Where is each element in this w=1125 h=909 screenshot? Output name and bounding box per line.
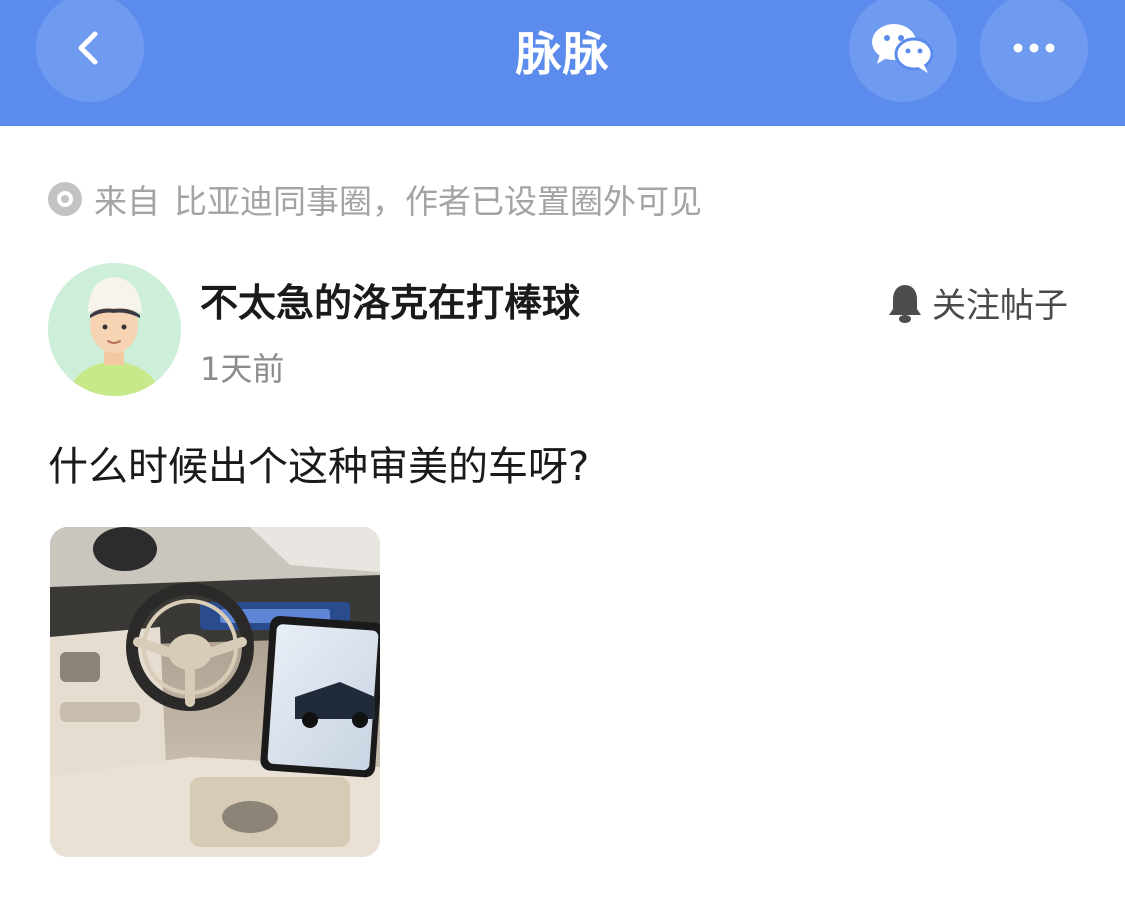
more-options-button[interactable] [980,0,1088,102]
circle-source-line: 来自 比亚迪同事圈，作者已设置圈外可见 [48,175,702,223]
car-interior-photo [50,527,380,857]
bell-icon [889,284,921,323]
post-image-car-interior[interactable] [50,527,380,857]
more-dots-icon [1013,43,1055,53]
author-name[interactable]: 不太急的洛克在打棒球 [200,272,580,327]
circle-icon [48,182,82,216]
top-navigation-bar: 脉脉 [0,0,1125,126]
source-prefix: 来自 [94,182,160,221]
post-content-text: 什么时候出个这种审美的车呀? [48,444,590,490]
wechat-icon [872,24,934,73]
post-time: 1天前 [200,350,285,388]
wechat-share-button[interactable] [849,0,957,102]
avatar-illustration [48,263,181,396]
author-avatar[interactable] [48,263,181,396]
follow-post-button[interactable]: 关注帖子 [886,278,1068,327]
follow-post-label: 关注帖子 [932,286,1068,326]
source-circle-name: 比亚迪同事圈，作者已设置圈外可见 [174,182,702,221]
